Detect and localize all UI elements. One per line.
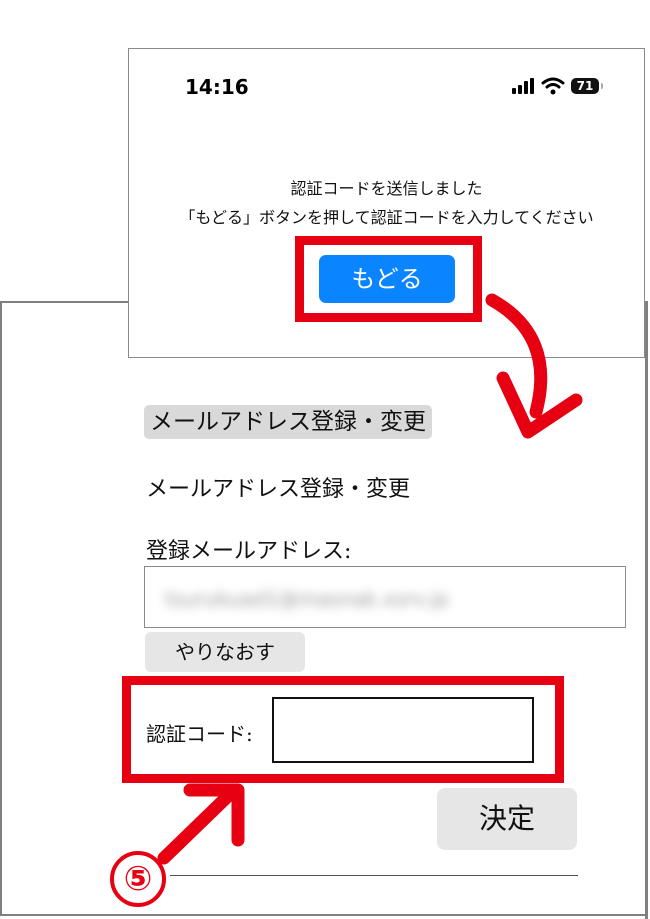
step-number-badge: ⑤	[110, 851, 166, 907]
divider	[170, 875, 578, 876]
retry-button[interactable]: やりなおす	[145, 632, 305, 672]
section-title: メールアドレス登録・変更	[146, 477, 411, 502]
page-border	[645, 301, 648, 919]
status-time: 14:16	[185, 75, 249, 99]
email-value: tsurukuad1@masnak.xsrv.jp	[165, 587, 449, 609]
code-highlight-box	[122, 676, 564, 783]
email-field[interactable]: tsurukuad1@masnak.xsrv.jp	[144, 566, 626, 628]
submit-button[interactable]: 決定	[437, 788, 577, 850]
message-line2: 「もどる」ボタンを押して認証コードを入力してください	[179, 208, 594, 227]
battery-icon: 71	[571, 78, 603, 94]
message-line1: 認証コードを送信しました	[290, 179, 483, 198]
email-label: 登録メールアドレス:	[146, 539, 352, 564]
signal-icon	[512, 78, 534, 94]
wifi-icon	[541, 77, 565, 95]
status-icons: 71	[501, 77, 621, 97]
section-heading: メールアドレス登録・変更	[144, 405, 432, 439]
back-button-highlight-box	[295, 236, 482, 322]
